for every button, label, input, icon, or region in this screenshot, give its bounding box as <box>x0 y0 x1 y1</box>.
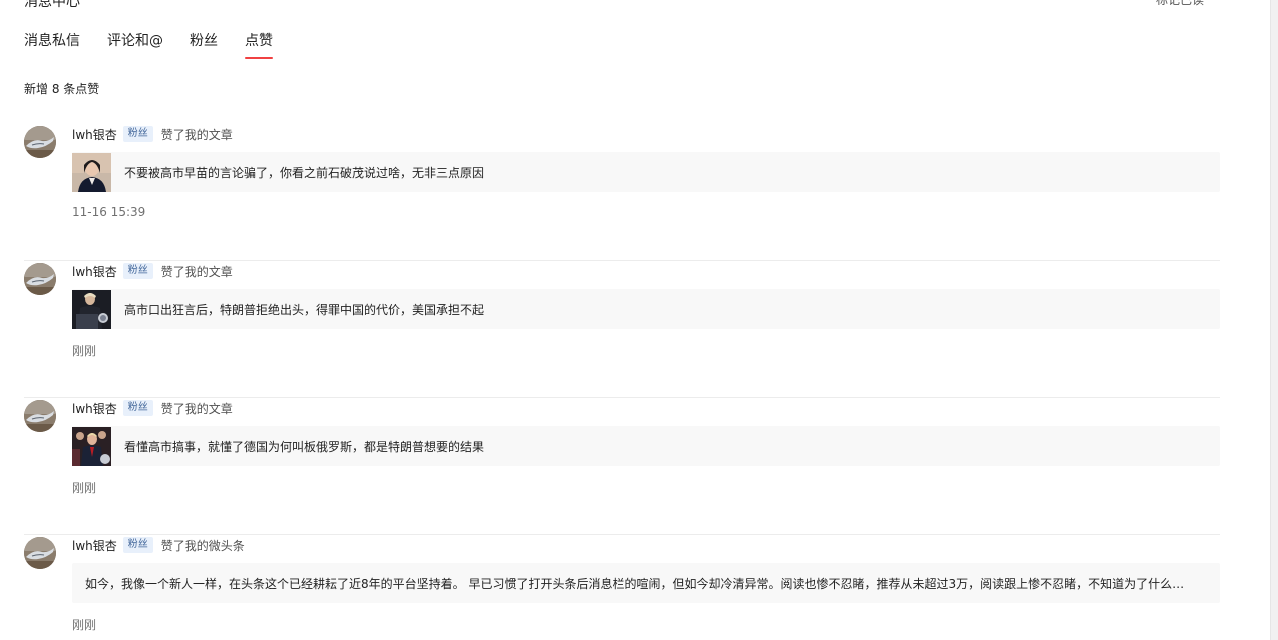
avatar-image-icon <box>24 400 56 432</box>
notification-item: lwh银杏 粉丝 赞了我的文章 高市口出狂言后，特朗普拒绝出头，得罪中国的代价，… <box>24 261 1220 398</box>
tab-messages[interactable]: 消息私信 <box>24 32 80 59</box>
notification-meta: lwh银杏 粉丝 赞了我的文章 <box>72 262 233 280</box>
action-text: 赞了我的文章 <box>160 264 233 279</box>
avatar[interactable] <box>24 537 56 569</box>
message-center-page: 消息中心 标记已读 消息私信 评论和@ 粉丝 点赞 新增 8 条点赞 lwh银杏… <box>0 0 1278 640</box>
fan-badge: 粉丝 <box>122 537 153 553</box>
notification-item: lwh银杏 粉丝 赞了我的文章 看懂高市搞事，就懂了德国为何叫板俄罗斯，都是特朗… <box>24 398 1220 535</box>
tab-fans[interactable]: 粉丝 <box>190 32 218 59</box>
username[interactable]: lwh银杏 <box>72 537 117 554</box>
notification-item: lwh银杏 粉丝 赞了我的文章 不要被高市早苗的言论骗了，你看之前石破茂说过啥，… <box>24 124 1220 261</box>
mark-read-link[interactable]: 标记已读 <box>1156 0 1204 8</box>
timestamp: 刚刚 <box>72 481 97 495</box>
article-title: 高市口出狂言后，特朗普拒绝出头，得罪中国的代价，美国承担不起 <box>124 302 485 317</box>
thumbnail-image-icon <box>72 426 111 466</box>
likes-summary: 新增 8 条点赞 <box>24 82 100 96</box>
article-thumbnail <box>72 152 111 192</box>
tab-bar: 消息私信 评论和@ 粉丝 点赞 <box>24 32 300 62</box>
fan-badge: 粉丝 <box>122 400 153 416</box>
thumbnail-image-icon <box>72 152 111 192</box>
notification-meta: lwh银杏 粉丝 赞了我的文章 <box>72 125 233 143</box>
article-card[interactable]: 看懂高市搞事，就懂了德国为何叫板俄罗斯，都是特朗普想要的结果 <box>72 426 1220 466</box>
avatar[interactable] <box>24 126 56 158</box>
scrollbar[interactable] <box>1270 0 1278 640</box>
notification-list: lwh银杏 粉丝 赞了我的文章 不要被高市早苗的言论骗了，你看之前石破茂说过啥，… <box>24 124 1220 640</box>
article-title: 看懂高市搞事，就懂了德国为何叫板俄罗斯，都是特朗普想要的结果 <box>124 439 485 454</box>
page-title: 消息中心 <box>24 0 80 10</box>
thumbnail-image-icon <box>72 289 111 329</box>
avatar-image-icon <box>24 537 56 569</box>
post-excerpt: 如今，我像一个新人一样，在头条这个已经耕耘了近8年的平台坚持着。 早已习惯了打开… <box>85 576 1195 591</box>
article-thumbnail <box>72 289 111 329</box>
article-card[interactable]: 不要被高市早苗的言论骗了，你看之前石破茂说过啥，无非三点原因 <box>72 152 1220 192</box>
article-thumbnail <box>72 426 111 466</box>
tab-likes[interactable]: 点赞 <box>245 32 273 59</box>
avatar-image-icon <box>24 263 56 295</box>
avatar[interactable] <box>24 263 56 295</box>
fan-badge: 粉丝 <box>122 126 153 142</box>
post-card[interactable]: 如今，我像一个新人一样，在头条这个已经耕耘了近8年的平台坚持着。 早已习惯了打开… <box>72 563 1220 603</box>
avatar[interactable] <box>24 400 56 432</box>
article-title: 不要被高市早苗的言论骗了，你看之前石破茂说过啥，无非三点原因 <box>124 165 485 180</box>
action-text: 赞了我的文章 <box>160 127 233 142</box>
timestamp: 11-16 15:39 <box>72 205 146 219</box>
notification-item: lwh银杏 粉丝 赞了我的微头条 如今，我像一个新人一样，在头条这个已经耕耘了近… <box>24 535 1220 640</box>
username[interactable]: lwh银杏 <box>72 126 117 143</box>
avatar-image-icon <box>24 126 56 158</box>
username[interactable]: lwh银杏 <box>72 263 117 280</box>
action-text: 赞了我的微头条 <box>160 538 245 553</box>
action-text: 赞了我的文章 <box>160 401 233 416</box>
notification-meta: lwh银杏 粉丝 赞了我的微头条 <box>72 536 245 554</box>
timestamp: 刚刚 <box>72 344 97 358</box>
fan-badge: 粉丝 <box>122 263 153 279</box>
username[interactable]: lwh银杏 <box>72 400 117 417</box>
tab-comments[interactable]: 评论和@ <box>107 32 163 59</box>
article-card[interactable]: 高市口出狂言后，特朗普拒绝出头，得罪中国的代价，美国承担不起 <box>72 289 1220 329</box>
timestamp: 刚刚 <box>72 618 97 632</box>
notification-meta: lwh银杏 粉丝 赞了我的文章 <box>72 399 233 417</box>
